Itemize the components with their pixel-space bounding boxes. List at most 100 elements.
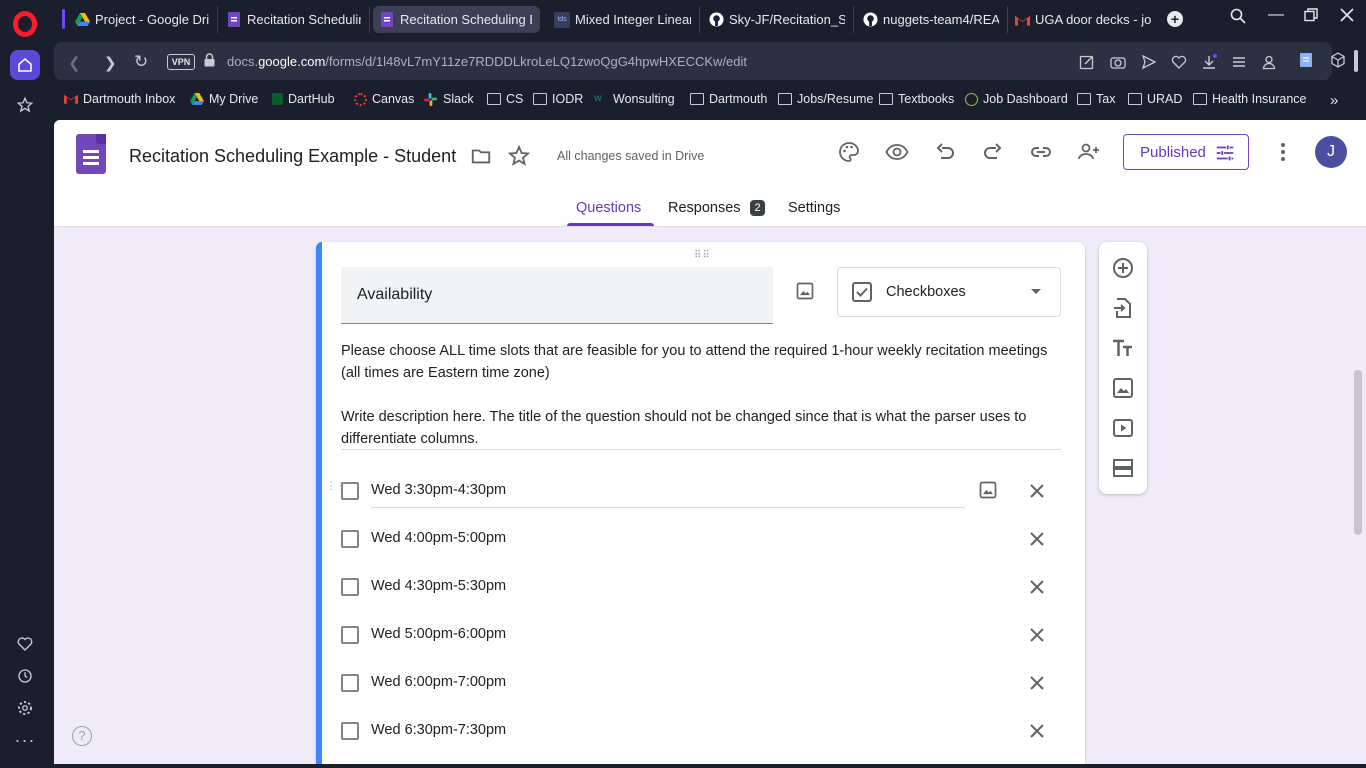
star-icon[interactable] xyxy=(10,90,40,120)
folder-move-icon[interactable] xyxy=(470,145,492,167)
heart-icon[interactable] xyxy=(10,629,40,659)
option-row[interactable]: Wed 6:00pm-7:00pm xyxy=(316,660,1085,708)
add-image-icon[interactable] xyxy=(795,281,815,301)
tab-responses[interactable]: Responses xyxy=(668,200,741,216)
forms-logo-icon[interactable] xyxy=(76,134,106,174)
vpn-badge[interactable]: VPN xyxy=(167,54,195,70)
option-row[interactable]: Wed 5:00pm-6:00pm xyxy=(316,612,1085,660)
browser-tab[interactable]: Project - Google Drive xyxy=(68,6,218,33)
account-icon[interactable] xyxy=(1261,54,1277,70)
history-icon[interactable] xyxy=(10,661,40,691)
add-video-icon[interactable] xyxy=(1111,416,1135,440)
close-window-icon[interactable] xyxy=(1340,8,1354,27)
reload-icon[interactable]: ↻ xyxy=(134,52,148,72)
option-row[interactable]: Wed 4:00pm-5:00pm xyxy=(316,516,1085,564)
drag-handle-icon[interactable]: ⠿⠿ xyxy=(694,250,711,261)
camera-icon[interactable] xyxy=(1110,54,1126,70)
browser-tab-active[interactable]: Recitation Scheduling Exar xyxy=(373,6,540,33)
send-icon[interactable] xyxy=(1141,54,1157,70)
home-icon[interactable] xyxy=(10,50,40,80)
more-bookmarks-icon[interactable]: » xyxy=(1330,92,1338,109)
bookmark-job-dashboard[interactable]: Job Dashboard xyxy=(965,92,1068,106)
bookmark-textbooks[interactable]: Textbooks xyxy=(879,92,954,106)
document-extension-icon[interactable] xyxy=(1298,52,1314,68)
edit-page-icon[interactable] xyxy=(1079,54,1095,70)
add-collaborator-icon[interactable] xyxy=(1077,140,1101,164)
bookmark-canvas[interactable]: Canvas xyxy=(354,92,414,106)
bookmark-dartmouth[interactable]: Dartmouth xyxy=(690,92,767,106)
extensions-cube-icon[interactable] xyxy=(1330,52,1346,68)
option-label[interactable]: Wed 4:00pm-5:00pm xyxy=(371,530,506,546)
option-label[interactable]: Wed 6:30pm-7:30pm xyxy=(371,722,506,738)
download-icon[interactable] xyxy=(1201,54,1217,70)
search-tabs-icon[interactable] xyxy=(1230,8,1246,29)
remove-option-icon[interactable] xyxy=(1025,479,1049,503)
bookmark-wonsulting[interactable]: w Wonsulting xyxy=(594,92,675,106)
lock-icon[interactable] xyxy=(204,53,215,71)
easy-setup-icon[interactable] xyxy=(1231,54,1247,70)
tab-questions[interactable]: Questions xyxy=(576,200,641,216)
opera-logo[interactable] xyxy=(13,11,37,37)
question-card[interactable]: ⠿⠿ Availability Checkboxes Please choose… xyxy=(316,242,1085,764)
browser-tab[interactable]: Recitation Scheduling E xyxy=(220,6,370,33)
browser-tab[interactable]: UGA door decks - joao xyxy=(1008,6,1160,33)
add-image-icon[interactable] xyxy=(1111,376,1135,400)
question-title-field[interactable]: Availability xyxy=(341,267,773,324)
option-label[interactable]: Wed 5:00pm-6:00pm xyxy=(371,626,506,642)
bookmark-darthub[interactable]: DartHub xyxy=(272,92,335,106)
remove-option-icon[interactable] xyxy=(1025,719,1049,743)
minimize-icon[interactable]: — xyxy=(1268,6,1284,24)
published-button[interactable]: Published xyxy=(1123,134,1249,170)
forward-icon[interactable]: ❯ xyxy=(104,54,117,72)
preview-eye-icon[interactable] xyxy=(885,140,909,164)
bookmark-jobs-resume[interactable]: Jobs/Resume xyxy=(778,92,873,106)
option-row[interactable]: ⋮⋮ Wed 3:30pm-4:30pm xyxy=(316,468,1085,516)
add-question-icon[interactable] xyxy=(1111,256,1135,280)
undo-icon[interactable] xyxy=(933,140,957,164)
bookmark-urad[interactable]: URAD xyxy=(1128,92,1182,106)
remove-option-icon[interactable] xyxy=(1025,623,1049,647)
palette-icon[interactable] xyxy=(837,140,861,164)
restore-icon[interactable] xyxy=(1304,8,1318,27)
sidebar-toggle[interactable] xyxy=(1354,50,1358,72)
bookmark-dartmouth-inbox[interactable]: Dartmouth Inbox xyxy=(64,92,175,106)
browser-tab[interactable]: nuggets-team4/READM xyxy=(856,6,1008,33)
option-label[interactable]: Wed 6:00pm-7:00pm xyxy=(371,674,506,690)
remove-option-icon[interactable] xyxy=(1025,527,1049,551)
url-text[interactable]: docs.google.com/forms/d/1l48vL7mY11ze7RD… xyxy=(227,54,747,69)
back-icon[interactable]: ❮ xyxy=(68,54,81,72)
bookmark-my-drive[interactable]: My Drive xyxy=(190,92,258,106)
question-type-dropdown[interactable]: Checkboxes xyxy=(837,267,1061,317)
remove-option-icon[interactable] xyxy=(1025,671,1049,695)
bookmark-iodr[interactable]: IODR xyxy=(533,92,583,106)
option-row[interactable]: Wed 6:30pm-7:30pm xyxy=(316,708,1085,756)
bookmark-tax[interactable]: Tax xyxy=(1077,92,1115,106)
add-title-text-icon[interactable] xyxy=(1111,336,1135,360)
avatar[interactable]: J xyxy=(1315,136,1347,168)
help-icon[interactable]: ? xyxy=(72,726,92,746)
bookmark-cs[interactable]: CS xyxy=(487,92,523,106)
option-image-icon[interactable] xyxy=(978,480,998,500)
page-scrollbar[interactable] xyxy=(1354,370,1362,535)
more-options-icon[interactable] xyxy=(1280,142,1286,162)
add-section-icon[interactable] xyxy=(1111,456,1135,480)
link-icon[interactable] xyxy=(1029,140,1053,164)
settings-gear-icon[interactable] xyxy=(10,693,40,723)
star-icon[interactable] xyxy=(507,144,531,168)
option-label[interactable]: Wed 4:30pm-5:30pm xyxy=(371,578,506,594)
heart-bookmark-icon[interactable] xyxy=(1171,54,1187,70)
redo-icon[interactable] xyxy=(981,140,1005,164)
option-label[interactable]: Wed 3:30pm-4:30pm xyxy=(371,482,506,498)
bookmark-health-insurance[interactable]: Health Insurance xyxy=(1193,92,1307,106)
import-questions-icon[interactable] xyxy=(1111,296,1135,320)
option-row[interactable]: Wed 4:30pm-5:30pm xyxy=(316,564,1085,612)
more-dots-icon[interactable]: ··· xyxy=(10,725,40,755)
browser-tab[interactable]: tds Mixed Integer Linear Pr xyxy=(548,6,700,33)
bookmark-slack[interactable]: Slack xyxy=(424,92,474,106)
address-bar[interactable]: ❮ ❯ ↻ VPN docs.google.com/forms/d/1l48vL… xyxy=(54,42,1332,80)
form-title[interactable]: Recitation Scheduling Example - Student xyxy=(129,146,456,167)
browser-tab[interactable]: Sky-JF/Recitation_Sche xyxy=(702,6,854,33)
question-description[interactable]: Please choose ALL time slots that are fe… xyxy=(341,340,1061,450)
new-tab-button[interactable]: + xyxy=(1167,11,1183,27)
tab-settings[interactable]: Settings xyxy=(788,200,840,216)
